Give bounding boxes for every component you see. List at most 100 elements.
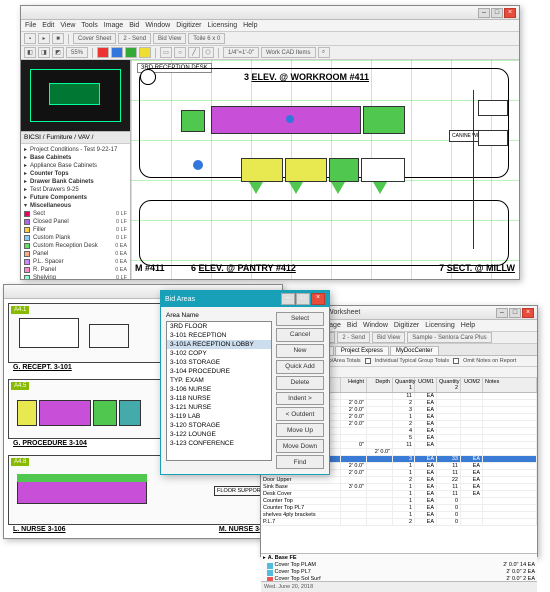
table-row[interactable]: Counter Top PL71EA0 (261, 505, 537, 512)
search-icon[interactable]: ⌕ (318, 47, 330, 58)
scale-dropdown[interactable]: Toile 6 x 0 (188, 33, 225, 44)
dialog-button[interactable]: Quick Add (276, 360, 324, 374)
layer-item[interactable]: Closed Panel0 LF (23, 218, 128, 226)
takeoff-region-green[interactable] (181, 110, 205, 132)
takeoff-region-green[interactable] (363, 106, 405, 134)
menu-window[interactable]: Window (145, 22, 170, 29)
layer-group[interactable]: ▸ Project Conditions - Test 9-22-17 (23, 146, 128, 154)
plan-preview[interactable] (21, 60, 130, 132)
layer-item[interactable]: Filler0 LF (23, 226, 128, 234)
area-listbox[interactable]: 3RD FLOOR3-101 RECEPTION3-101A RECEPTION… (166, 321, 272, 461)
menu-item[interactable]: Digitizer (394, 322, 419, 329)
menu-item[interactable]: Licensing (425, 322, 455, 329)
layer-group[interactable]: ▾ Miscellaneous (23, 202, 128, 210)
dialog-close-button[interactable]: × (311, 293, 325, 305)
dialog-button[interactable]: < Outdent (276, 407, 324, 421)
maximize-button[interactable]: □ (509, 308, 521, 318)
maximize-button[interactable]: □ (491, 8, 503, 18)
table-row[interactable]: shelves 4ply brackets1EA0 (261, 512, 537, 519)
menu-edit[interactable]: Edit (42, 22, 54, 29)
send-dropdown[interactable]: 2 - Send (118, 33, 151, 44)
dialog-button[interactable]: Move Down (276, 439, 324, 453)
menu-item[interactable]: Bid (347, 322, 357, 329)
layer-group[interactable]: ▸ Test Drawers 9-25 (23, 186, 128, 194)
area-list-item[interactable]: TYP. EXAM (167, 376, 271, 385)
filter-checkbox[interactable] (453, 358, 459, 364)
dialog-button[interactable]: Delete (276, 376, 324, 390)
takeoff-region-yellow[interactable] (285, 158, 327, 182)
dialog-titlebar[interactable]: Bid Areas – □ × (161, 291, 329, 307)
takeoff-region-green[interactable] (329, 158, 359, 182)
table-row[interactable]: Door Upper2EA22EA (261, 477, 537, 484)
menu-file[interactable]: File (25, 22, 36, 29)
menu-bid[interactable]: Bid (129, 22, 139, 29)
table-row[interactable]: Counter Top1EA0 (261, 498, 537, 505)
menu-item[interactable]: Help (461, 322, 475, 329)
area-list-item[interactable]: 3-122 LOUNGE (167, 430, 271, 439)
shape-poly-icon[interactable]: ⬠ (202, 47, 214, 58)
menu-digitizer[interactable]: Digitizer (176, 22, 201, 29)
area-list-item[interactable]: 3-101 RECEPTION (167, 331, 271, 340)
layer-group[interactable]: ▸ Appliance Base Cabinets (23, 162, 128, 170)
drawing-canvas[interactable]: 3RD RECEPTION DESK 3 ELEV. @ WORKROOM #4… (131, 60, 519, 279)
menu-view[interactable]: View (60, 22, 75, 29)
color-yellow-icon[interactable] (139, 47, 151, 58)
open-icon[interactable]: ▸ (38, 33, 50, 44)
dialog-button[interactable]: Indent > (276, 392, 324, 406)
dialog-button[interactable]: Find (276, 455, 324, 469)
tab-mydoccenter[interactable]: MyDocCenter (390, 346, 439, 355)
layer-item[interactable]: P.L. Spacer0 EA (23, 258, 128, 266)
area-list-item[interactable]: 3-104 PROCEDURE (167, 367, 271, 376)
send-dropdown[interactable]: 2 - Send (337, 332, 370, 343)
area-list-item[interactable]: 3RD FLOOR (167, 322, 271, 331)
layer-group[interactable]: ▸ Counter Tops (23, 170, 128, 178)
dialog-maximize-button[interactable]: □ (296, 293, 310, 305)
area-list-item[interactable]: 3-103 STORAGE (167, 358, 271, 367)
dialog-button[interactable]: Move Up (276, 423, 324, 437)
color-green-icon[interactable] (125, 47, 137, 58)
project-dropdown[interactable]: Sample - Senlora Care Plus (407, 332, 491, 343)
menu-tools[interactable]: Tools (81, 22, 97, 29)
filter-checkbox[interactable] (365, 358, 371, 364)
area-list-item[interactable]: 3-118 NURSE (167, 394, 271, 403)
view-dropdown[interactable]: Bid View (153, 33, 186, 44)
dialog-minimize-button[interactable]: – (281, 293, 295, 305)
color-blue-icon[interactable] (111, 47, 123, 58)
tool-icon[interactable]: ◩ (52, 47, 64, 58)
area-list-item[interactable]: 3-121 NURSE (167, 403, 271, 412)
zoom-field[interactable]: 55% (66, 47, 88, 58)
area-list-item[interactable]: 3-123 CONFERENCE (167, 439, 271, 448)
area-list-item[interactable]: 3-119 LAB (167, 412, 271, 421)
minimize-button[interactable]: – (478, 8, 490, 18)
area-list-item[interactable]: 3-102 COPY (167, 349, 271, 358)
sheet-dropdown[interactable]: Cover Sheet (73, 33, 116, 44)
tool-icon[interactable]: ◧ (24, 47, 36, 58)
close-button[interactable]: × (522, 308, 534, 318)
scale-label[interactable]: 1/4"=1'-0" (223, 47, 259, 58)
new-icon[interactable]: ▪ (24, 33, 36, 44)
layer-item[interactable]: Custom Reception Desk0 EA (23, 242, 128, 250)
layer-item[interactable]: Shelving0 LF (23, 274, 128, 279)
menu-help[interactable]: Help (243, 22, 257, 29)
layer-item[interactable]: Custom Plank0 LF (23, 234, 128, 242)
tool-icon[interactable]: ◨ (38, 47, 50, 58)
menu-image[interactable]: Image (104, 22, 123, 29)
dialog-button[interactable]: Cancel (276, 328, 324, 342)
tree-item[interactable]: Cover Top PLAM 2' 0.0" 14 EA (263, 562, 535, 569)
layer-item[interactable]: Sect0 LF (23, 210, 128, 218)
layer-group[interactable]: ▸ Drawer Bank Cabinets (23, 178, 128, 186)
color-red-icon[interactable] (97, 47, 109, 58)
view-dropdown[interactable]: Bid View (372, 332, 405, 343)
layer-group[interactable]: ▸ Future Components (23, 194, 128, 202)
shape-line-icon[interactable]: ╱ (188, 47, 200, 58)
table-row[interactable]: Desk Cover1EA11EA (261, 491, 537, 498)
area-list-item[interactable]: 3-120 STORAGE (167, 421, 271, 430)
close-button[interactable]: × (504, 8, 516, 18)
shape-rect-icon[interactable]: ▭ (160, 47, 172, 58)
tab-project-express[interactable]: Project Express (335, 346, 389, 355)
table-row[interactable]: P.L.72EA0 (261, 519, 537, 526)
takeoff-region[interactable] (361, 158, 405, 182)
work-items-label[interactable]: Work CAD Items (261, 47, 316, 58)
takeoff-region-yellow[interactable] (241, 158, 283, 182)
layer-group[interactable]: ▸ Base Cabinets (23, 154, 128, 162)
